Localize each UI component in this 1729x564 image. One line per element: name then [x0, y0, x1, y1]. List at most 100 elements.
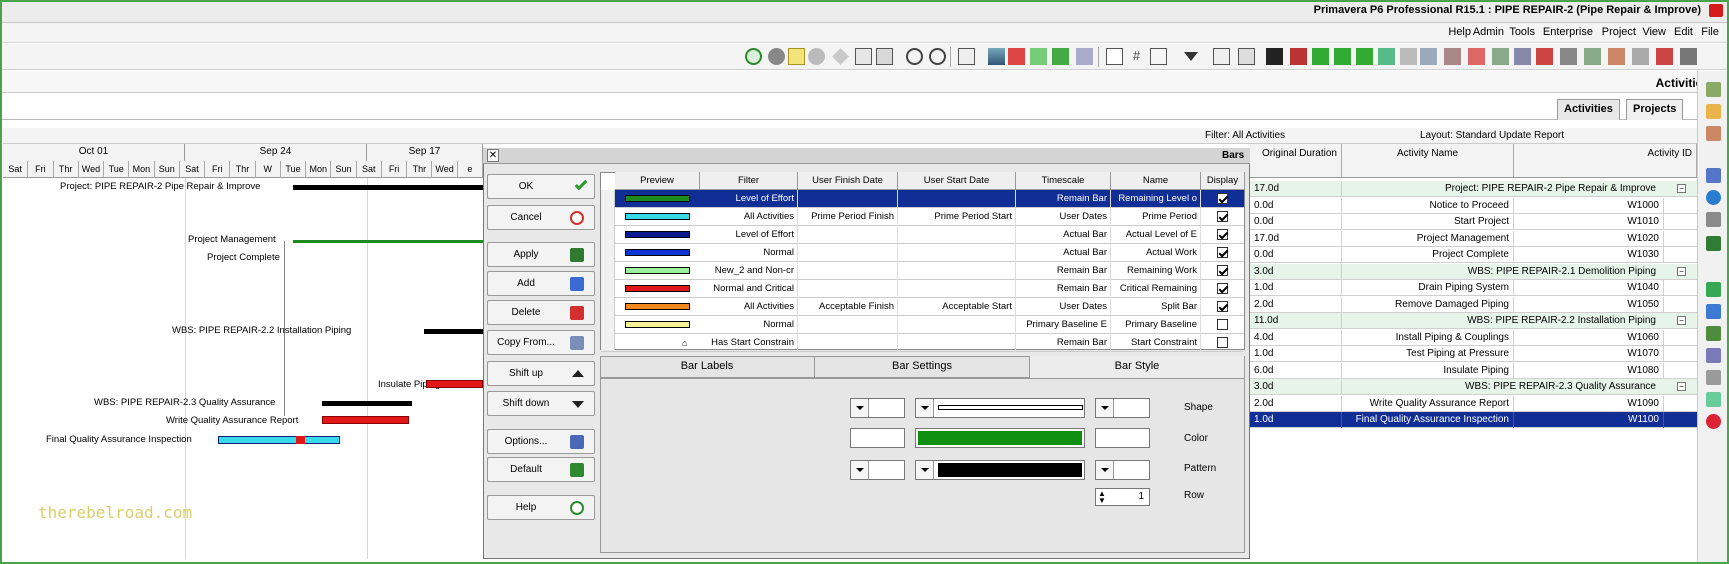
menu-enterprise[interactable]: Enterprise [1543, 26, 1593, 38]
display-checkbox[interactable] [1217, 337, 1228, 348]
print-icon[interactable] [958, 48, 975, 65]
display-checkbox[interactable] [1217, 229, 1228, 240]
activity-row[interactable]: 1.0d Test Piping at Pressure W1070 [1250, 346, 1697, 362]
display-checkbox[interactable] [1217, 193, 1228, 204]
col-activity-name[interactable]: Activity Name [1342, 144, 1514, 178]
bars-table-row[interactable]: Normal and Critical Remain Bar Critical Re… [601, 280, 1244, 298]
collapse-toggle-icon[interactable]: − [1677, 184, 1686, 193]
bars-col-header[interactable]: Filter [700, 172, 798, 190]
sidebar-calc-icon[interactable] [1706, 370, 1721, 385]
relationship-icon[interactable] [1492, 48, 1509, 65]
menu-project[interactable]: Project [1602, 26, 1636, 38]
sort-icon[interactable] [1213, 48, 1230, 65]
more-icon[interactable] [1680, 48, 1697, 65]
start-pattern-select[interactable] [850, 460, 905, 480]
tab-projects[interactable]: Projects [1626, 99, 1684, 120]
write-report-bar[interactable] [322, 416, 409, 424]
profile-icon[interactable] [1356, 48, 1373, 65]
activity-row[interactable]: 6.0d Insulate Piping W1080 [1250, 362, 1697, 379]
insulate-piping-bar[interactable] [426, 380, 483, 388]
tab-activities[interactable]: Activities [1557, 99, 1620, 120]
level-of-effort-bar[interactable] [293, 240, 483, 243]
end-shape-select[interactable] [1095, 398, 1150, 418]
col-activity-id[interactable]: Activity ID [1514, 144, 1697, 178]
layout-name[interactable]: Layout: Standard Update Report [1420, 130, 1564, 141]
bars-col-header[interactable]: Name [1111, 172, 1201, 190]
wbs-summary-bar[interactable] [424, 329, 483, 334]
help-button[interactable]: Help [487, 495, 595, 520]
menu-help[interactable]: Help [1448, 26, 1471, 38]
details-icon[interactable] [1378, 48, 1395, 65]
activity-row[interactable]: 0.0d Notice to Proceed W1000 [1250, 197, 1697, 214]
tree-icon[interactable] [1514, 48, 1531, 65]
options-button[interactable]: Options... [487, 429, 595, 454]
wbs-row[interactable]: 3.0d WBS: PIPE REPAIR-2.1 Demolition Pipi… [1250, 263, 1697, 280]
gantt-icon[interactable] [1238, 48, 1255, 65]
sidebar-user-icon[interactable] [1706, 190, 1721, 205]
wbs-row[interactable]: 11.0d WBS: PIPE REPAIR-2.2 Installation P… [1250, 313, 1697, 329]
globe-icon[interactable] [768, 48, 785, 65]
activity-row[interactable]: 1.0d Drain Piping System W1040 [1250, 280, 1697, 296]
bars-col-header[interactable]: User Start Date [898, 172, 1016, 190]
activity-row[interactable]: 2.0d Remove Damaged Piping W1050 [1250, 296, 1697, 313]
columns-icon[interactable] [1106, 48, 1123, 65]
sidebar-wbs-icon[interactable] [1706, 104, 1721, 119]
middle-color-field[interactable] [915, 428, 1085, 448]
bars-scrollbar[interactable] [601, 190, 615, 350]
bars-table-row[interactable]: All Activities Acceptable Finish Acceptabl… [601, 298, 1244, 316]
bars-table-row[interactable]: Normal Actual Bar Actual Work [601, 244, 1244, 262]
activity-row[interactable]: 2.0d Write Quality Assurance Report W1090 [1250, 395, 1697, 412]
display-checkbox[interactable] [1217, 301, 1228, 312]
dialog-close-button[interactable]: ✕ [487, 149, 499, 162]
chart-icon[interactable] [1290, 48, 1307, 65]
bars-col-header[interactable]: Preview [615, 172, 700, 190]
trace-icon[interactable] [1420, 48, 1437, 65]
shift-down-button[interactable]: Shift down [487, 391, 595, 416]
activity-row[interactable]: 4.0d Install Piping & Couplings W1060 [1250, 329, 1697, 346]
network-icon[interactable] [988, 48, 1005, 65]
bars-table-row[interactable]: All Activities Prime Period Finish Prime P… [601, 208, 1244, 226]
sidebar-docs-icon[interactable] [1706, 348, 1721, 363]
comment-icon[interactable] [808, 48, 825, 65]
menu-file[interactable]: File [1701, 26, 1719, 38]
bars-table-row[interactable]: Normal Primary Baseline E Primary Baseline [601, 316, 1244, 334]
end-pattern-select[interactable] [1095, 460, 1150, 480]
split-view-icon[interactable] [855, 48, 872, 65]
delete-rel-icon[interactable] [1536, 48, 1553, 65]
expand-icon[interactable] [1560, 48, 1577, 65]
wbs-icon[interactable] [1400, 48, 1417, 65]
apply-button[interactable]: Apply [487, 242, 595, 267]
refresh-icon[interactable] [745, 48, 762, 65]
col-original-duration[interactable]: Original Duration [1250, 144, 1342, 178]
menu-admin[interactable]: Admin [1473, 26, 1504, 38]
settings-icon[interactable] [1632, 48, 1649, 65]
hash-icon[interactable]: # [1128, 48, 1145, 65]
menu-view[interactable]: View [1642, 26, 1666, 38]
copy-from-button[interactable]: Copy From... [487, 330, 595, 355]
store-icon[interactable] [1076, 48, 1093, 65]
outline-icon[interactable] [1584, 48, 1601, 65]
row-stepper[interactable]: ▲ ▼ 1 [1095, 488, 1150, 506]
sidebar-reports-icon[interactable] [1706, 212, 1721, 227]
display-checkbox[interactable] [1217, 283, 1228, 294]
bars-table-row[interactable]: New_2 and Non-cr Remain Bar Remaining Work [601, 262, 1244, 280]
default-button[interactable]: Default [487, 457, 595, 482]
start-shape-select[interactable] [850, 398, 905, 418]
bars-icon[interactable] [1266, 48, 1283, 65]
zoom-in-icon[interactable] [929, 48, 946, 65]
layout-icon[interactable] [876, 48, 893, 65]
sidebar-tracking-icon[interactable] [1706, 126, 1721, 141]
final-inspection-bar[interactable] [218, 436, 340, 444]
collapse-toggle-icon[interactable]: − [1677, 316, 1686, 325]
shift-up-button[interactable]: Shift up [487, 361, 595, 386]
display-checkbox[interactable] [1217, 265, 1228, 276]
collapse-toggle-icon[interactable]: − [1677, 382, 1686, 391]
wbs-row[interactable]: 17.0d Project: PIPE REPAIR-2 Pipe Repair … [1250, 181, 1697, 197]
sidebar-team-icon[interactable] [1706, 326, 1721, 341]
stepper-arrows-icon[interactable]: ▲ ▼ [1098, 490, 1106, 505]
spreadsheet-icon[interactable] [1312, 48, 1329, 65]
sidebar-projects-icon[interactable] [1706, 82, 1721, 97]
pick-icon[interactable] [1608, 48, 1625, 65]
filter-name[interactable]: Filter: All Activities [1205, 130, 1285, 141]
activity-row[interactable]: 1.0d Final Quality Assurance Inspection W1… [1250, 412, 1697, 428]
